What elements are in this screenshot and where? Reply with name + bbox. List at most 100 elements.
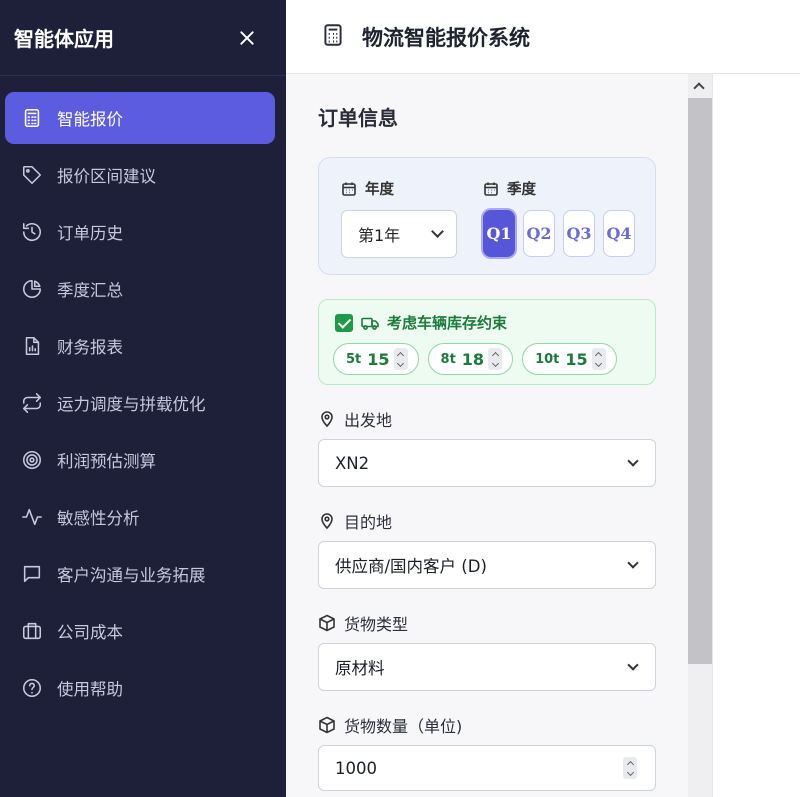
sidebar-item-label: 报价区间建议 <box>57 167 156 186</box>
origin-select[interactable]: XN2 <box>318 439 656 487</box>
sidebar-item-label: 季度汇总 <box>57 281 123 300</box>
vehicle-stock-card: 考虑车辆库存约束 5t 15 8t 18 10t 15 <box>318 299 656 385</box>
vehicle-stock-checkbox[interactable] <box>335 313 353 332</box>
sidebar-nav: 智能报价 报价区间建议 订单历史 季度汇总 财务报表 运力调度与拼载优化 利润预… <box>0 76 286 714</box>
stock-input-8t[interactable]: 8t 18 <box>427 343 514 375</box>
sidebar-item-label: 利润预估测算 <box>57 452 156 471</box>
truck-icon <box>361 317 379 330</box>
quantity-input[interactable]: 1000 <box>318 745 656 791</box>
sidebar-title: 智能体应用 <box>14 27 114 51</box>
quarter-button-q4[interactable]: Q4 <box>603 210 635 257</box>
stock-value: 15 <box>565 349 588 369</box>
pulse-icon <box>21 506 43 528</box>
year-select[interactable]: 第1年 <box>341 210 457 258</box>
report-icon <box>21 335 43 357</box>
calendar-icon <box>484 182 498 196</box>
period-card: 年度 第1年 季度 Q1 Q2 Q3 Q4 <box>318 157 656 275</box>
destination-select-value: 供应商/国内客户 (D) <box>335 557 487 576</box>
calculator-icon <box>320 22 346 52</box>
destination-label: 目的地 <box>318 509 656 533</box>
sidebar-item-profit-estimate[interactable]: 利润预估测算 <box>5 434 275 486</box>
stepper-icon[interactable] <box>591 348 606 370</box>
swap-arrows-icon <box>21 392 43 414</box>
chevron-down-icon <box>627 556 639 569</box>
stock-input-5t[interactable]: 5t 15 <box>333 343 419 375</box>
sidebar-item-label: 财务报表 <box>57 338 123 357</box>
sidebar-header: 智能体应用 <box>0 0 286 76</box>
history-icon <box>21 221 43 243</box>
sidebar: 智能体应用 智能报价 报价区间建议 订单历史 季度汇总 财务报表 运力调度与拼载… <box>0 0 286 797</box>
quarter-button-q2[interactable]: Q2 <box>523 210 555 257</box>
sidebar-item-label: 运力调度与拼载优化 <box>57 395 206 414</box>
help-icon <box>21 677 43 699</box>
scroll-up-arrow-icon[interactable] <box>693 82 705 94</box>
scrollbar-thumb[interactable] <box>688 98 712 664</box>
cargo-type-select-value: 原材料 <box>335 659 385 678</box>
tag-icon <box>21 164 43 186</box>
sidebar-item-label: 订单历史 <box>57 224 123 243</box>
stepper-icon[interactable] <box>393 348 408 370</box>
sidebar-item-label: 智能报价 <box>57 110 123 129</box>
quantity-label: 货物数量（单位) <box>318 713 656 737</box>
origin-label: 出发地 <box>318 407 656 431</box>
sidebar-item-help[interactable]: 使用帮助 <box>5 662 275 714</box>
close-icon[interactable] <box>236 27 258 49</box>
order-form-panel: 订单信息 年度 第1年 季度 Q1 Q2 Q3 Q4 考虑车辆库存约束 5t 1… <box>286 74 688 797</box>
cargo-type-select[interactable]: 原材料 <box>318 643 656 691</box>
vehicle-stock-inputs: 5t 15 8t 18 10t 15 <box>333 343 639 375</box>
sidebar-item-customer-communication[interactable]: 客户沟通与业务拓展 <box>5 548 275 600</box>
destination-select[interactable]: 供应商/国内客户 (D) <box>318 541 656 589</box>
quarter-buttons: Q1 Q2 Q3 Q4 <box>483 210 635 257</box>
chevron-down-icon <box>627 454 639 467</box>
stock-type-label: 10t <box>535 351 560 367</box>
sidebar-item-label: 公司成本 <box>57 623 123 642</box>
page-title: 物流智能报价系统 <box>362 25 530 50</box>
box-icon <box>319 716 335 734</box>
quarter-group: 季度 Q1 Q2 Q3 Q4 <box>483 178 635 257</box>
stock-value: 18 <box>461 349 485 369</box>
stock-type-label: 8t <box>440 351 456 367</box>
origin-select-value: XN2 <box>335 453 370 473</box>
scrollbar[interactable] <box>688 74 712 797</box>
sidebar-item-smart-quote[interactable]: 智能报价 <box>5 92 275 144</box>
stepper-icon[interactable] <box>488 348 503 370</box>
chevron-down-icon <box>431 225 444 238</box>
map-pin-icon <box>321 513 333 530</box>
quarter-label: 季度 <box>483 178 635 199</box>
target-icon <box>21 449 43 471</box>
quarter-button-q3[interactable]: Q3 <box>563 210 595 257</box>
calendar-icon <box>342 182 356 196</box>
sidebar-item-company-cost[interactable]: 公司成本 <box>5 605 275 657</box>
quantity-input-value: 1000 <box>335 758 377 778</box>
year-group: 年度 第1年 <box>341 178 457 258</box>
sidebar-item-quarter-summary[interactable]: 季度汇总 <box>5 263 275 315</box>
quarter-button-q1[interactable]: Q1 <box>483 210 515 257</box>
sidebar-item-dispatch-optimization[interactable]: 运力调度与拼载优化 <box>5 377 275 429</box>
sidebar-item-financial-report[interactable]: 财务报表 <box>5 320 275 372</box>
year-label: 年度 <box>341 178 457 199</box>
result-area <box>712 74 800 797</box>
sidebar-item-label: 使用帮助 <box>57 680 123 699</box>
chat-icon <box>21 563 43 585</box>
pie-chart-icon <box>21 278 43 300</box>
sidebar-item-quote-range[interactable]: 报价区间建议 <box>5 149 275 201</box>
section-title: 订单信息 <box>318 106 398 130</box>
calculator-icon <box>21 107 43 129</box>
briefcase-icon <box>21 620 43 642</box>
box-icon <box>319 614 335 632</box>
sidebar-item-label: 敏感性分析 <box>57 509 140 528</box>
sidebar-item-sensitivity-analysis[interactable]: 敏感性分析 <box>5 491 275 543</box>
sidebar-item-order-history[interactable]: 订单历史 <box>5 206 275 258</box>
page-header: 物流智能报价系统 <box>286 0 800 74</box>
vehicle-stock-toggle[interactable]: 考虑车辆库存约束 <box>335 312 639 333</box>
stock-value: 15 <box>367 349 390 369</box>
sidebar-item-label: 客户沟通与业务拓展 <box>57 566 206 585</box>
stock-input-10t[interactable]: 10t 15 <box>522 343 617 375</box>
year-select-value: 第1年 <box>358 226 401 245</box>
vehicle-stock-label: 考虑车辆库存约束 <box>387 314 508 332</box>
chevron-down-icon <box>627 658 639 671</box>
cargo-type-label: 货物类型 <box>318 611 656 635</box>
stepper-icon[interactable] <box>623 757 637 779</box>
stock-type-label: 5t <box>346 351 362 367</box>
map-pin-icon <box>321 411 333 428</box>
